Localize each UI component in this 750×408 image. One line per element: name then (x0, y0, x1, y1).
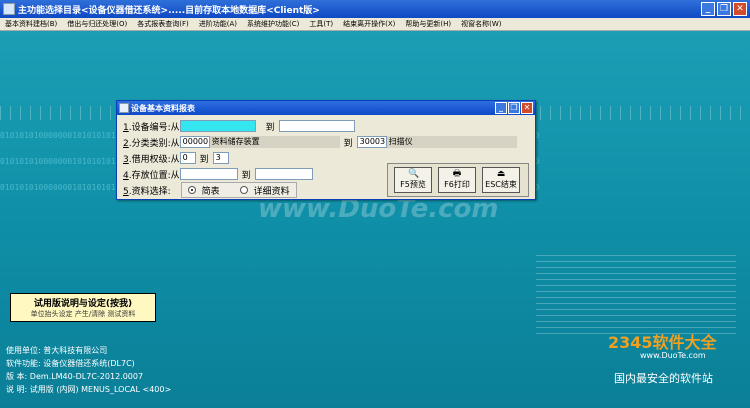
menu-borrow-return[interactable]: 借出与归还处理(O) (62, 18, 132, 30)
label-to: 到 (241, 170, 251, 181)
row-category: 2.分类类别:从 00000 资料储存装置 到 30003 扫描仪 (123, 135, 517, 149)
menu-reports[interactable]: 各式报表查询(F) (132, 18, 194, 30)
radio-summary[interactable] (187, 186, 196, 194)
faint-text-decoration (536, 255, 736, 335)
app-icon (3, 3, 15, 15)
radio-detail[interactable] (239, 186, 248, 194)
row-data-select: 5.资料选择: 简表 详细资料 (123, 182, 297, 198)
level-to-input[interactable]: 3 (212, 152, 229, 164)
label-to: 到 (265, 122, 275, 133)
category-from-code-input[interactable]: 00000 (179, 136, 210, 148)
brand-url: www.DuoTe.com (640, 351, 706, 360)
menu-system[interactable]: 系统维护功能(C) (242, 18, 304, 30)
action-button-panel: 🔍 F5预览 🖶 F6打印 ⏏ ESC结束 (387, 163, 529, 197)
row-location: 4.存放位置:从 到 (123, 167, 313, 181)
row-borrow-level: 3.借用权级:从 0 到 3 (123, 151, 229, 165)
label-to: 到 (199, 154, 209, 165)
printer-icon: 🖶 (452, 169, 462, 179)
info-function: 软件功能: 设备仪器借还系统(DL7C) (6, 359, 135, 368)
dialog-close-icon[interactable]: ✕ (521, 102, 533, 114)
dialog-titlebar: 设备基本资料报表 _ ❐ ✕ (117, 101, 535, 115)
trial-subtitle: 单位抬头设定 产生/清除 测试资料 (30, 310, 136, 318)
category-from-name: 资料储存装置 (209, 136, 340, 148)
radio-summary-label: 简表 (201, 186, 220, 197)
trial-title: 试用版说明与设定(按我) (33, 299, 133, 309)
label-data-select: 5.资料选择: (123, 186, 171, 197)
menu-basic-data[interactable]: 基本资料建档(B) (0, 18, 62, 30)
preview-icon: 🔍 (408, 169, 420, 179)
row-device-id: 1.设备编号:从 到 (123, 119, 355, 133)
level-from-input[interactable]: 0 (179, 152, 196, 164)
device-id-to-input[interactable] (278, 120, 355, 132)
preview-button-label: F5预览 (400, 180, 426, 189)
minimize-icon[interactable]: _ (701, 2, 715, 16)
menu-window[interactable]: 视窗名称(W) (456, 18, 506, 30)
label-device-id: 1.设备编号:从 (123, 122, 180, 133)
menu-bar: 基本资料建档(B) 借出与归还处理(O) 各式报表查询(F) 进阶功能(A) 系… (0, 18, 750, 31)
print-button-label: F6打印 (444, 180, 470, 189)
data-select-radio-group: 简表 详细资料 (180, 182, 297, 198)
brand-slogan: 国内最安全的软件站 (614, 372, 713, 385)
restore-icon[interactable]: ❐ (717, 2, 731, 16)
menu-help[interactable]: 帮助与更新(H) (400, 18, 456, 30)
window-title: 主功能选择目录<设备仪器借还系统>.....目前存取本地数据库<Client版> (18, 6, 320, 16)
label-category: 2.分类类别:从 (123, 138, 180, 149)
dialog-minimize-icon[interactable]: _ (495, 102, 507, 114)
label-to: 到 (343, 138, 353, 149)
dialog-title: 设备基本资料报表 (131, 104, 195, 113)
dialog-icon (119, 103, 129, 113)
menu-advanced[interactable]: 进阶功能(A) (194, 18, 242, 30)
brand-logo: 2345软件大全 (608, 333, 717, 352)
category-to-code-input[interactable]: 30003 (356, 136, 387, 148)
dialog-restore-icon[interactable]: ❐ (508, 102, 520, 114)
app-titlebar: 主功能选择目录<设备仪器借还系统>.....目前存取本地数据库<Client版>… (0, 0, 750, 18)
info-user: 使用单位: 普大科技有限公司 (6, 346, 108, 355)
info-version: 版 本: Dem.LM40-DL7C-2012.0007 (6, 372, 144, 381)
report-dialog: 设备基本资料报表 _ ❐ ✕ 1.设备编号:从 到 2.分类类别:从 00000… (116, 100, 536, 200)
label-location: 4.存放位置:从 (123, 170, 180, 181)
device-id-from-input[interactable] (179, 120, 256, 132)
radio-detail-label: 详细资料 (253, 186, 290, 197)
location-to-input[interactable] (254, 168, 313, 180)
window-controls: _ ❐ ✕ (701, 2, 747, 16)
category-to-name: 扫描仪 (386, 136, 517, 148)
dialog-controls: _ ❐ ✕ (495, 102, 533, 114)
close-icon[interactable]: ✕ (733, 2, 747, 16)
location-from-input[interactable] (179, 168, 238, 180)
menu-tools[interactable]: 工具(T) (304, 18, 338, 30)
menu-exit[interactable]: 结束离开操作(X) (338, 18, 400, 30)
info-note: 说 明: 试用版 (内网) MENUS_LOCAL <400> (6, 385, 172, 394)
exit-icon: ⏏ (496, 169, 506, 179)
trial-settings-button[interactable]: 试用版说明与设定(按我) 单位抬头设定 产生/清除 测试资料 (10, 293, 156, 322)
label-borrow-level: 3.借用权级:从 (123, 154, 180, 165)
print-button[interactable]: 🖶 F6打印 (438, 167, 476, 193)
exit-button-label: ESC结束 (485, 180, 517, 189)
exit-button[interactable]: ⏏ ESC结束 (482, 167, 520, 193)
preview-button[interactable]: 🔍 F5预览 (394, 167, 432, 193)
